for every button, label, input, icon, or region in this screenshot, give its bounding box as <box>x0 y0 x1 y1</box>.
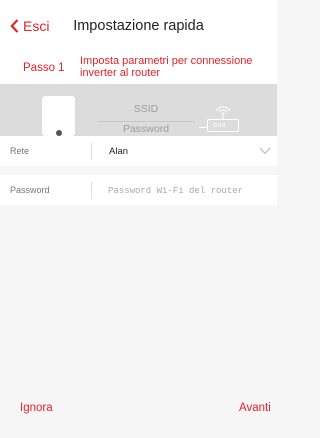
password-text: Password <box>122 123 170 135</box>
step-description: Imposta parametri per connessione invert… <box>80 55 253 79</box>
step-banner: Passo 1 Imposta parametri per connession… <box>0 54 277 84</box>
password-row: Password <box>0 175 277 205</box>
ssid-text: SSID <box>133 103 159 115</box>
router-lights: ooo <box>213 122 227 129</box>
network-row[interactable]: Rete Alan <box>0 136 277 166</box>
network-value[interactable]: Alan <box>109 146 128 157</box>
connection-line <box>98 121 194 122</box>
next-button[interactable]: Avanti <box>239 402 271 414</box>
skip-button[interactable]: Ignora <box>20 402 53 414</box>
header-bar: Esci Impostazione rapida <box>0 0 277 54</box>
wifi-signal-icon <box>215 106 231 119</box>
password-input[interactable] <box>108 182 268 200</box>
row-divider <box>91 143 92 160</box>
router-icon: ooo <box>207 119 239 132</box>
chevron-down-icon[interactable] <box>259 147 271 155</box>
network-label: Rete <box>10 146 30 156</box>
page-title: Impostazione rapida <box>73 18 204 34</box>
password-label: Password <box>10 185 50 195</box>
inverter-icon <box>42 96 75 136</box>
row-divider <box>91 182 92 199</box>
step-label: Passo 1 <box>23 62 65 74</box>
